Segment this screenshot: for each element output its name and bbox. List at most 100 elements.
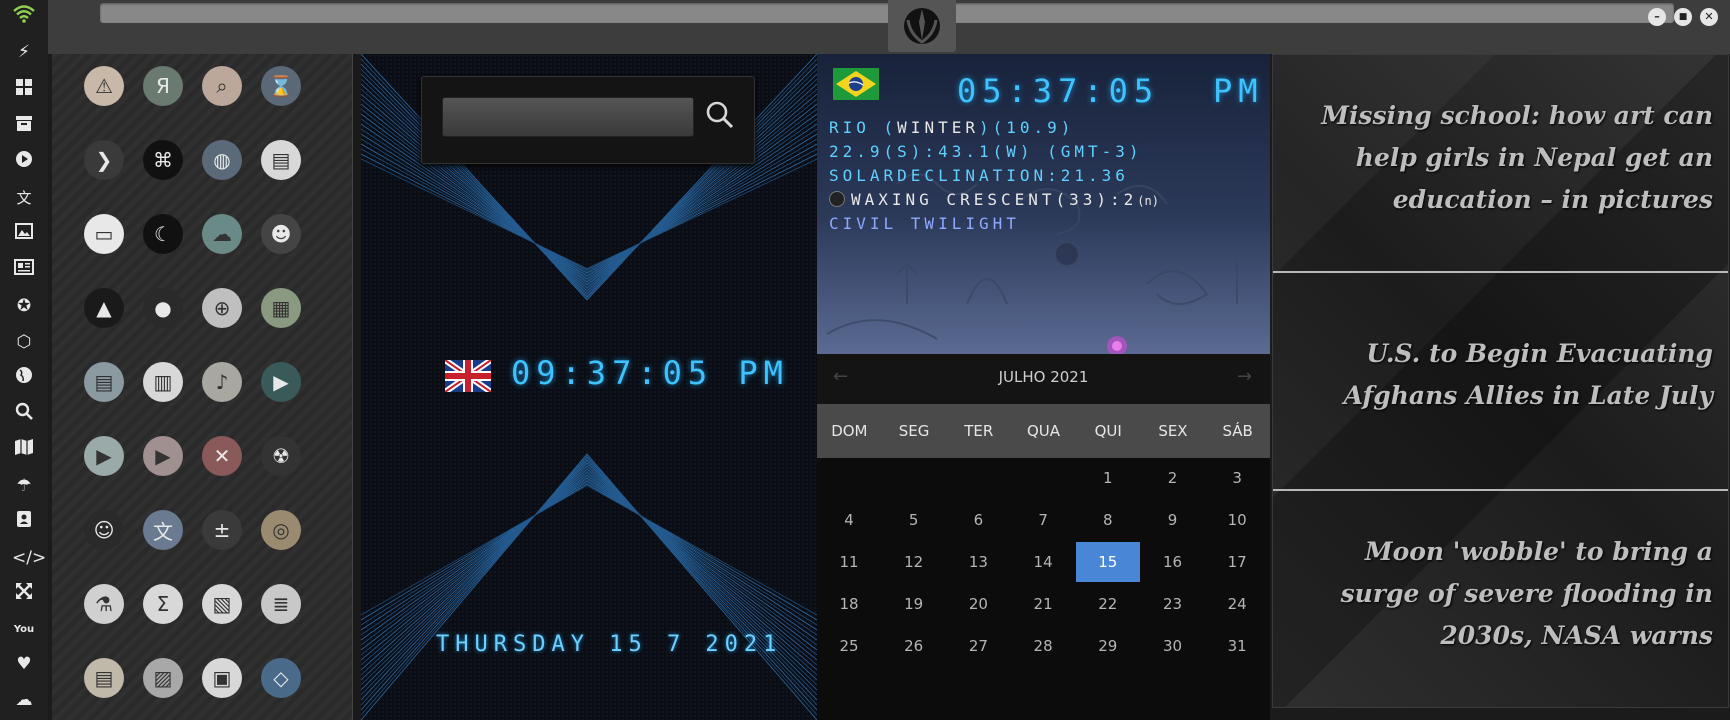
windows-icon[interactable] — [12, 78, 36, 102]
search-icon[interactable] — [12, 402, 36, 426]
calendar-day[interactable]: 1 — [1076, 458, 1140, 498]
calendar-day[interactable]: 16 — [1141, 542, 1205, 582]
calendar-day[interactable]: 26 — [882, 626, 946, 666]
music-icon[interactable]: ♪ — [202, 362, 242, 402]
calendar-day[interactable]: 24 — [1205, 584, 1269, 624]
calendar-day[interactable]: 3 — [1205, 458, 1269, 498]
vscode-icon[interactable]: ◇ — [261, 658, 301, 698]
calendar-day[interactable]: 22 — [1076, 584, 1140, 624]
calendar-day[interactable]: 18 — [817, 584, 881, 624]
rebel-icon[interactable]: ✪ — [12, 294, 36, 318]
presentation-icon[interactable]: ▣ — [202, 658, 242, 698]
news-icon[interactable] — [12, 258, 36, 282]
calendar-day[interactable]: 9 — [1141, 500, 1205, 540]
calendar-day[interactable]: 14 — [1011, 542, 1075, 582]
calculator-icon[interactable]: ± — [202, 510, 242, 550]
news-headline[interactable]: Moon 'wobble' to bring a surge of severe… — [1283, 531, 1713, 657]
hex-icon[interactable]: ▧ — [202, 584, 242, 624]
archive-icon[interactable] — [12, 114, 36, 138]
calendar-day[interactable]: 25 — [817, 626, 881, 666]
globe-icon[interactable]: ◍ — [202, 140, 242, 180]
calendar-day[interactable]: 20 — [946, 584, 1010, 624]
calendar-day[interactable]: 10 — [1205, 500, 1269, 540]
heart-icon[interactable]: ♥ — [12, 652, 36, 676]
search-input[interactable] — [442, 97, 694, 137]
calendar-day[interactable]: 11 — [817, 542, 881, 582]
expand-icon[interactable] — [12, 582, 36, 606]
github-icon[interactable]: ☻ — [261, 214, 301, 254]
c3po-icon[interactable]: ☺ — [84, 510, 124, 550]
arrow-icon[interactable]: ❯ — [84, 140, 124, 180]
calendar-day[interactable]: 23 — [1141, 584, 1205, 624]
search-icon[interactable]: ⌕ — [202, 66, 242, 106]
empire-icon[interactable]: ⬡ — [12, 330, 36, 354]
news-headline[interactable]: U.S. to Begin Evacuating Afghans Allies … — [1283, 333, 1713, 417]
calendar-next-button[interactable]: → — [1237, 366, 1252, 387]
image-icon[interactable]: ▨ — [143, 658, 183, 698]
document-icon[interactable]: ▤ — [84, 658, 124, 698]
documents-icon[interactable]: ▤ — [84, 362, 124, 402]
video-icon[interactable]: ▶ — [261, 362, 301, 402]
image-icon[interactable] — [12, 222, 36, 246]
calendar-day[interactable]: 2 — [1141, 458, 1205, 498]
title-bar-field[interactable] — [100, 3, 1674, 23]
calendar-day[interactable]: 13 — [946, 542, 1010, 582]
flash-icon[interactable]: ⚡ — [12, 40, 36, 64]
translate-icon[interactable]: 文 — [143, 510, 183, 550]
calendar-day[interactable]: 29 — [1076, 626, 1140, 666]
sleep-icon[interactable]: ☾ — [143, 214, 183, 254]
play-icon[interactable]: ▶ — [84, 436, 124, 476]
calendar-day[interactable]: 21 — [1011, 584, 1075, 624]
close-icon[interactable]: ✕ — [202, 436, 242, 476]
calendar-day[interactable]: 19 — [882, 584, 946, 624]
calendar-day[interactable]: 28 — [1011, 626, 1075, 666]
minimize-button[interactable]: – — [1648, 8, 1666, 26]
text-editor-icon[interactable]: ≣ — [261, 584, 301, 624]
weekday-label: SEG — [898, 422, 930, 440]
starfleet-icon[interactable]: ▲ — [84, 288, 124, 328]
hourglass-icon[interactable]: ⌛ — [261, 66, 301, 106]
calendar-day[interactable]: 31 — [1205, 626, 1269, 666]
calendar-day[interactable]: 5 — [882, 500, 946, 540]
camera-icon[interactable]: ◎ — [261, 510, 301, 550]
calendar-day[interactable]: 6 — [946, 500, 1010, 540]
calendar-day[interactable]: 7 — [1011, 500, 1075, 540]
rebel-emblem-tab[interactable] — [888, 0, 956, 52]
youtube-icon[interactable]: You — [12, 618, 36, 642]
close-button[interactable]: ✕ — [1700, 8, 1718, 26]
map-icon[interactable] — [12, 438, 36, 462]
server-icon[interactable]: ▤ — [261, 140, 301, 180]
wifi-icon[interactable] — [12, 4, 36, 28]
calendar-day[interactable]: 27 — [946, 626, 1010, 666]
calendar-day[interactable]: 12 — [882, 542, 946, 582]
yandex-icon[interactable]: Я — [143, 66, 183, 106]
cloud-icon[interactable]: ☁ — [12, 688, 36, 712]
wikipedia-icon[interactable]: ⊕ — [202, 288, 242, 328]
calendar-day[interactable]: 17 — [1205, 542, 1269, 582]
cloud-lock-icon[interactable]: ☁ — [202, 214, 242, 254]
flask-icon[interactable]: ⚗ — [84, 584, 124, 624]
code-icon[interactable]: </> — [12, 546, 46, 570]
alert-icon[interactable]: ⚠ — [84, 66, 124, 106]
calendar-prev-button[interactable]: ← — [833, 366, 848, 387]
death-star-icon[interactable]: ● — [143, 288, 183, 328]
translate-icon[interactable]: 文 — [12, 186, 36, 210]
window-icon[interactable]: ▭ — [84, 214, 124, 254]
news-headline[interactable]: Missing school: how art can help girls i… — [1283, 95, 1713, 221]
app-launcher-panel: ⚠ Я ⌕ ⌛ ❯ ⌘ ◍ ▤ ▭ ☾ ☁ ☻ ▲ ● ⊕ ▦ ▤ ▥ ♪ ▶ ▶ ▶ ✕ ☢ ☺ 文 ± ◎ ⚗ Σ ▧ ≣ ▤ ▨ ▣ ◇ — [52, 54, 352, 720]
calendar-day[interactable]: 4 — [817, 500, 881, 540]
youtube-icon[interactable]: ▶ — [143, 436, 183, 476]
calendar-day[interactable]: 30 — [1141, 626, 1205, 666]
robot-icon[interactable]: ☢ — [261, 436, 301, 476]
calendar-day-today[interactable]: 15 — [1075, 542, 1140, 582]
umbrella-icon[interactable]: ☂ — [12, 474, 36, 498]
contacts-icon[interactable] — [12, 510, 36, 534]
maximize-button[interactable]: ■ — [1674, 8, 1692, 26]
calendar-day[interactable]: 8 — [1076, 500, 1140, 540]
terminal-icon[interactable]: ⌘ — [143, 140, 183, 180]
sigma-icon[interactable]: Σ — [143, 584, 183, 624]
world-map-icon[interactable]: ▦ — [261, 288, 301, 328]
notes-icon[interactable]: ▥ — [143, 362, 183, 402]
play-icon[interactable] — [12, 150, 36, 174]
globe-icon[interactable] — [12, 366, 36, 390]
